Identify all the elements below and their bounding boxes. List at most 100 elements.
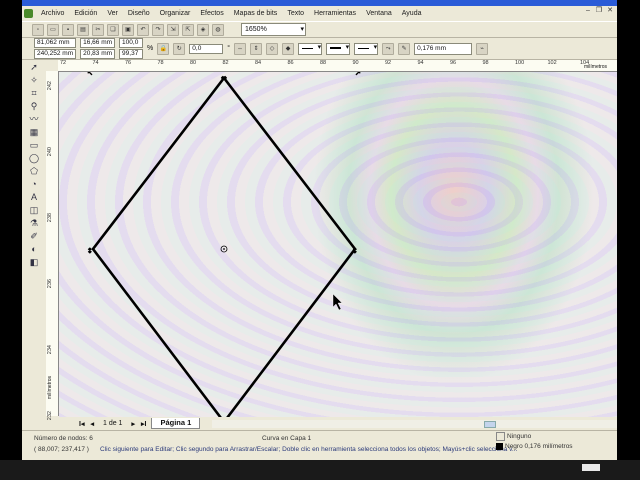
x-position-field[interactable]: 81,062 mm — [34, 38, 77, 48]
zoom-tool-icon[interactable]: ⚲ — [29, 101, 40, 112]
svg-text:↖: ↖ — [87, 72, 93, 77]
menu-organizar[interactable]: Organizar — [155, 10, 196, 17]
app-window: Archivo Edición Ver Diseño Organizar Efe… — [22, 0, 617, 460]
menu-edicion[interactable]: Edición — [69, 10, 102, 17]
outline-tool-icon[interactable]: ✐ — [29, 231, 40, 242]
outline-width-select[interactable]: 0,176 mm — [414, 42, 473, 55]
ruler-h-label: 92 — [385, 60, 392, 66]
first-page-icon[interactable]: I◂ — [78, 420, 85, 428]
redo-icon[interactable]: ↷ — [152, 23, 164, 36]
eyedropper-tool-icon[interactable]: ⚗ — [29, 218, 40, 229]
ruler-h-label: 94 — [417, 60, 424, 66]
crop-tool-icon[interactable]: ⌗ — [29, 88, 40, 99]
rotation-unit: ° — [227, 45, 231, 52]
status-fill-label: Ninguno — [507, 433, 532, 441]
rectangle-tool-icon[interactable]: ▭ — [29, 140, 40, 151]
node-tool-icon[interactable]: ◇ — [266, 42, 279, 55]
interactive-fill-icon[interactable]: ◧ — [29, 257, 40, 268]
ruler-unit-v: milímetros — [47, 376, 53, 400]
ellipse-tool-icon[interactable]: ◯ — [29, 153, 40, 164]
rotation-field[interactable]: 0,0 — [189, 43, 224, 54]
menu-ayuda[interactable]: Ayuda — [397, 10, 427, 17]
y-position-field[interactable]: 240,252 mm — [34, 49, 77, 59]
close-curve-icon[interactable]: ◆ — [282, 42, 295, 55]
restore-icon[interactable]: ❐ — [595, 7, 603, 15]
menu-mapas-de-bits[interactable]: Mapas de bits — [229, 10, 283, 17]
fill-swatch-icon — [496, 432, 505, 441]
web-icon[interactable]: ◍ — [212, 23, 224, 36]
ruler-h-label: 84 — [255, 60, 262, 66]
fill-tool-icon[interactable]: ◐ — [29, 244, 40, 255]
mirror-v-icon[interactable]: ⇕ — [250, 42, 263, 55]
print-icon[interactable]: ▤ — [77, 23, 89, 36]
svg-text:↕: ↕ — [87, 247, 93, 255]
hscroll-thumb[interactable] — [484, 421, 496, 428]
interactive-blend-icon[interactable]: ◫ — [29, 205, 40, 216]
ruler-h-label: 90 — [352, 60, 359, 66]
lock-ratio-icon[interactable]: 🔒 — [157, 42, 170, 55]
width-field[interactable]: 16,66 mm — [80, 38, 116, 48]
ruler-h-label: 82 — [222, 60, 229, 66]
menu-texto[interactable]: Texto — [282, 10, 309, 17]
menu-bar: Archivo Edición Ver Diseño Organizar Efe… — [22, 7, 617, 20]
prev-page-icon[interactable]: ◂ — [89, 420, 95, 428]
zoom-select[interactable]: 1650% — [241, 23, 306, 36]
svg-text:↗: ↗ — [355, 72, 361, 77]
diamond-shape[interactable] — [91, 75, 357, 417]
undo-icon[interactable]: ↶ — [137, 23, 149, 36]
end-arrow-select[interactable] — [354, 42, 379, 55]
shape-tool-icon[interactable]: ✧ — [29, 75, 40, 86]
ruler-h-label: 74 — [92, 60, 99, 66]
menu-efectos[interactable]: Efectos — [195, 10, 228, 17]
ruler-v-label: 232 — [47, 411, 53, 421]
freehand-tool-icon[interactable]: 〰 — [29, 114, 40, 125]
horizontal-ruler[interactable]: 72 74 76 78 80 82 84 86 88 90 92 94 96 98 100 102 104 — [58, 60, 617, 72]
wrap-text-icon[interactable]: ⤳ — [382, 42, 395, 55]
paste-icon[interactable]: ▣ — [122, 23, 134, 36]
center-dot — [223, 248, 225, 250]
mirror-h-icon[interactable]: ⇔ — [234, 42, 247, 55]
start-arrow-select[interactable] — [298, 42, 323, 55]
scale-x-field[interactable]: 100,0 — [119, 38, 144, 48]
scale-y-field[interactable]: 99,37 — [119, 49, 144, 59]
ruler-v-label: 242 — [47, 81, 53, 91]
tab-page-1[interactable]: Página 1 — [151, 418, 201, 429]
line-style-select[interactable] — [326, 42, 351, 55]
pick-tool-icon[interactable]: ➚ — [29, 62, 40, 73]
open-icon[interactable]: ▭ — [47, 23, 59, 36]
minimize-icon[interactable]: ‒ — [584, 7, 592, 15]
import-icon[interactable]: ⇲ — [167, 23, 179, 36]
close-icon[interactable]: ✕ — [606, 7, 614, 15]
new-icon[interactable]: ▫ — [32, 23, 44, 36]
drawing-canvas[interactable]: ↕ ↕ ↔ ↖ ↗ — [59, 72, 617, 417]
menu-ventana[interactable]: Ventana — [361, 10, 397, 17]
status-fill: Ninguno — [496, 432, 531, 441]
ruler-h-label: 102 — [547, 60, 557, 66]
basic-shapes-icon[interactable]: ◔ — [29, 179, 40, 190]
menu-herramientas[interactable]: Herramientas — [309, 10, 361, 17]
copy-icon[interactable]: ❏ — [107, 23, 119, 36]
property-bar: 81,062 mm 240,252 mm 16,66 mm 20,83 mm 1… — [22, 38, 617, 60]
title-bar — [22, 0, 617, 6]
ruler-h-label: 72 — [60, 60, 67, 66]
vertical-ruler[interactable]: 242 240 238 236 234 232 — [46, 71, 59, 420]
height-field[interactable]: 20,83 mm — [80, 49, 116, 59]
cut-icon[interactable]: ✂ — [92, 23, 104, 36]
save-icon[interactable]: ▪ — [62, 23, 74, 36]
menu-ver[interactable]: Ver — [102, 10, 123, 17]
smart-fill-icon[interactable]: ▦ — [29, 127, 40, 138]
standard-toolbar: ▫ ▭ ▪ ▤ ✂ ❏ ▣ ↶ ↷ ⇲ ⇱ ◈ ◍ 1650% — [22, 21, 617, 38]
launcher-icon[interactable]: ◈ — [197, 23, 209, 36]
ruler-h-label: 86 — [287, 60, 294, 66]
menu-diseno[interactable]: Diseño — [123, 10, 155, 17]
next-page-icon[interactable]: ▸ — [130, 420, 136, 428]
polygon-tool-icon[interactable]: ⬠ — [29, 166, 40, 177]
monitor-logo — [582, 464, 600, 471]
convert-curve-icon[interactable]: ⌁ — [476, 42, 489, 55]
horizontal-scrollbar[interactable] — [212, 420, 617, 428]
last-page-icon[interactable]: ▸I — [140, 420, 147, 428]
selection-handles[interactable]: ↕ ↕ ↔ ↖ ↗ — [87, 72, 362, 255]
text-tool-icon[interactable]: A — [29, 192, 40, 203]
menu-archivo[interactable]: Archivo — [36, 10, 69, 17]
export-icon[interactable]: ⇱ — [182, 23, 194, 36]
